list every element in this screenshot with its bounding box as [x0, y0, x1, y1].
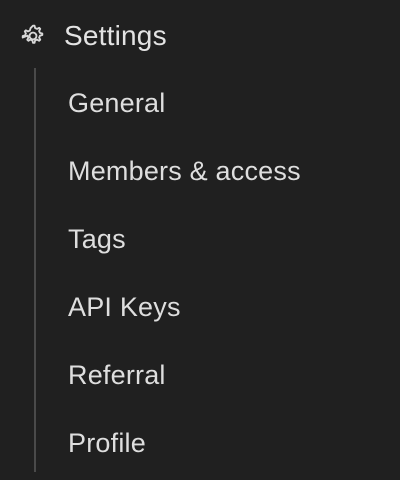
nav-item-label: Members & access [68, 156, 301, 186]
settings-section: Settings General Members & access Tags A… [0, 0, 400, 480]
nav-item-label: Tags [68, 224, 126, 254]
nav-item-general[interactable]: General [68, 82, 301, 150]
tree-line [34, 68, 36, 472]
nav-item-label: API Keys [68, 292, 181, 322]
nav-item-label: General [68, 88, 166, 118]
settings-title: Settings [64, 20, 167, 51]
nav-item-profile[interactable]: Profile [68, 422, 301, 480]
nav-item-members-access[interactable]: Members & access [68, 150, 301, 218]
nav-item-referral[interactable]: Referral [68, 354, 301, 422]
gear-icon [20, 23, 46, 49]
nav-item-label: Profile [68, 428, 146, 458]
nav-item-api-keys[interactable]: API Keys [68, 286, 301, 354]
settings-nav-list: General Members & access Tags API Keys R… [68, 82, 301, 480]
settings-header[interactable]: Settings [20, 16, 167, 56]
nav-item-label: Referral [68, 360, 166, 390]
nav-item-tags[interactable]: Tags [68, 218, 301, 286]
